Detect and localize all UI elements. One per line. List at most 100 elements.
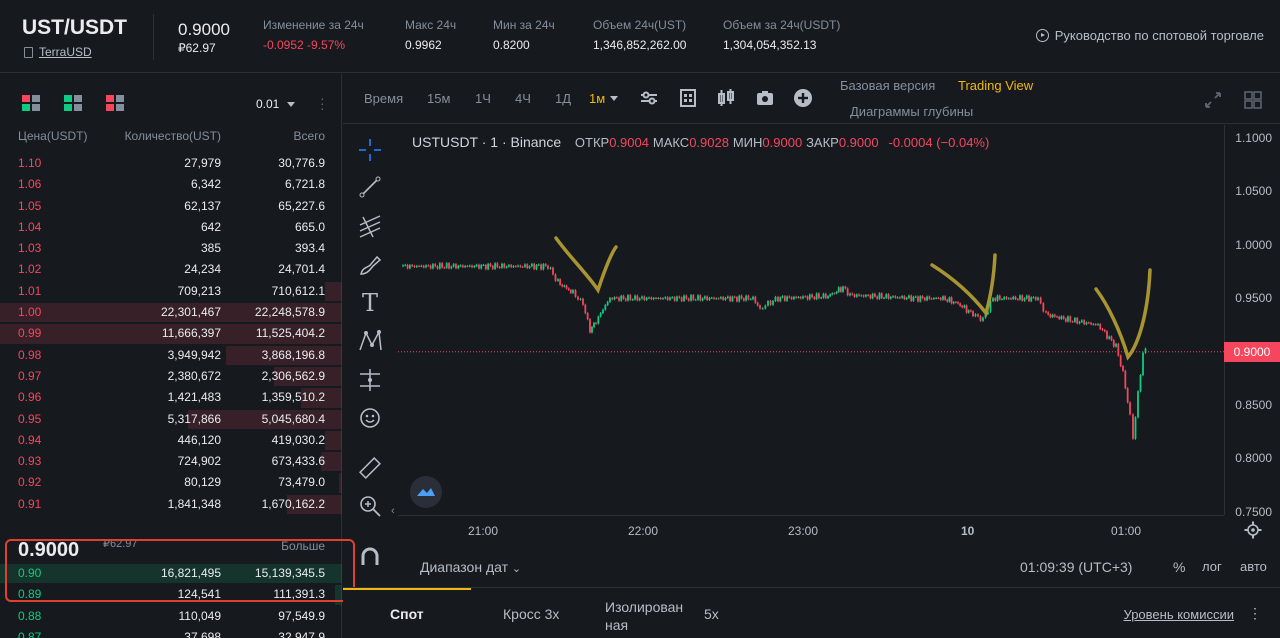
- candle-body: [1132, 414, 1134, 439]
- stat-label: Объем 24ч(UST): [593, 18, 687, 32]
- both-sides-view-icon[interactable]: [22, 95, 40, 111]
- row-price: 1.02: [18, 262, 42, 277]
- ask-row[interactable]: 1.04 642 665.0: [0, 217, 342, 238]
- log-toggle[interactable]: лог: [1202, 559, 1222, 574]
- zoom-in-icon[interactable]: [357, 493, 383, 519]
- price-chart[interactable]: USTUSDT · 1 · Binance ОТКР0.9004 МАКС0.9…: [398, 125, 1280, 585]
- brush-icon[interactable]: [357, 252, 383, 278]
- magnet-icon[interactable]: [357, 545, 383, 571]
- candle-body: [790, 297, 793, 299]
- ask-row[interactable]: 0.97 2,380,672 2,306,562.9: [0, 366, 342, 387]
- indicators-settings-icon[interactable]: [639, 88, 659, 108]
- trend-line-icon[interactable]: [357, 174, 383, 200]
- candle-body: [793, 296, 795, 299]
- ask-row[interactable]: 1.02 24,234 24,701.4: [0, 259, 342, 280]
- candle-body: [1124, 370, 1127, 389]
- fib-tool-icon[interactable]: [357, 213, 383, 239]
- candle-body: [722, 297, 725, 300]
- ask-row[interactable]: 0.98 3,949,942 3,868,196.8: [0, 345, 342, 366]
- tab-cross[interactable]: Кросс 3x: [503, 606, 559, 622]
- bid-row[interactable]: 0.88 110,049 97,549.9: [0, 606, 342, 627]
- ask-row[interactable]: 0.94 446,120 419,030.2: [0, 430, 342, 451]
- time-label[interactable]: Время: [364, 91, 403, 106]
- date-range-button[interactable]: Диапазон дат ⌄: [420, 559, 521, 575]
- row-price: 1.04: [18, 219, 42, 234]
- candle-body: [701, 298, 704, 301]
- tradingview-tab[interactable]: Trading View: [958, 78, 1033, 93]
- tf-1d[interactable]: 1Д: [555, 91, 571, 106]
- candle-body: [1016, 299, 1019, 301]
- clock[interactable]: 01:09:39 (UTC+3): [1020, 559, 1132, 575]
- bid-row[interactable]: 0.87 37,698 32,947.9: [0, 627, 342, 638]
- ask-row[interactable]: 1.06 6,342 6,721.8: [0, 174, 342, 195]
- emoji-icon[interactable]: [357, 405, 383, 431]
- depth-chart-tab[interactable]: Диаграммы глубины: [850, 104, 973, 119]
- collapse-toolbar-icon[interactable]: ‹: [391, 505, 395, 517]
- pair-title[interactable]: UST/USDT: [22, 16, 127, 40]
- terrausd-link[interactable]: TerraUSD: [39, 45, 92, 59]
- layout-icon[interactable]: [678, 88, 698, 108]
- precision-select[interactable]: 0.01: [256, 97, 296, 111]
- ask-row[interactable]: 1.03 385 393.4: [0, 238, 342, 259]
- chart-settings-icon[interactable]: [1244, 521, 1262, 539]
- ask-row[interactable]: 1.10 27,979 30,776.9: [0, 153, 342, 174]
- spot-guide-link[interactable]: Руководство по спотовой торговле: [1035, 28, 1264, 43]
- candle-body: [436, 266, 439, 269]
- text-tool-icon[interactable]: T: [357, 290, 383, 316]
- candle-type-icon[interactable]: [716, 88, 736, 108]
- depth-bar: [325, 281, 342, 302]
- fee-level-link[interactable]: Уровень комиссии: [1124, 607, 1234, 622]
- pattern-tool-icon[interactable]: [357, 328, 383, 354]
- hand-drawn-annotation: [1094, 268, 1152, 361]
- candle-body: [627, 295, 629, 301]
- auto-toggle[interactable]: авто: [1240, 559, 1267, 574]
- spot-guide-label: Руководство по спотовой торговле: [1054, 28, 1264, 43]
- tf-15m[interactable]: 15м: [427, 91, 450, 106]
- ask-row[interactable]: 0.96 1,421,483 1,359,510.2: [0, 387, 342, 408]
- tab-isolated-leverage[interactable]: 5x: [704, 606, 719, 622]
- candle-body: [629, 295, 632, 300]
- ask-row[interactable]: 1.00 22,301,467 22,248,578.9: [0, 302, 342, 323]
- tab-spot[interactable]: Спот: [390, 606, 424, 622]
- candle-body: [917, 296, 919, 302]
- crosshair-icon[interactable]: [357, 137, 383, 163]
- tf-1h[interactable]: 1Ч: [475, 91, 491, 106]
- ask-row[interactable]: 0.93 724,902 673,433.6: [0, 451, 342, 472]
- candle-body: [1067, 316, 1069, 322]
- asks-list: 1.10 27,979 30,776.9 1.06 6,342 6,721.8 1.05 62…: [0, 153, 342, 515]
- tf-caret-down-icon[interactable]: [610, 96, 618, 101]
- candle-body: [889, 296, 892, 299]
- candle-body: [820, 297, 823, 299]
- ask-row[interactable]: 0.92 80,129 73,479.0: [0, 472, 342, 493]
- candles-plot[interactable]: [398, 125, 1224, 515]
- candle-body: [797, 297, 800, 299]
- percent-toggle[interactable]: %: [1173, 559, 1185, 575]
- basic-version-tab[interactable]: Базовая версия: [840, 78, 935, 93]
- ask-row[interactable]: 1.01 709,213 710,612.1: [0, 281, 342, 302]
- ask-row[interactable]: 1.05 62,137 65,227.6: [0, 196, 342, 217]
- price-axis[interactable]: 1.1000 1.0500 1.0000 0.9500 0.9000 0.8500 0.80…: [1224, 125, 1280, 519]
- camera-icon[interactable]: [755, 88, 775, 108]
- candle-body: [557, 279, 559, 281]
- asks-only-view-icon[interactable]: [106, 95, 124, 111]
- ask-row[interactable]: 0.95 5,317,866 5,045,680.4: [0, 409, 342, 430]
- add-indicator-icon[interactable]: [793, 88, 813, 108]
- more-vertical-icon[interactable]: · · ·: [320, 91, 325, 115]
- tradingview-logo-icon[interactable]: [410, 476, 442, 508]
- tf-4h[interactable]: 4Ч: [515, 91, 531, 106]
- fullscreen-icon[interactable]: [1204, 91, 1222, 109]
- ask-row[interactable]: 0.99 11,666,397 11,525,404.2: [0, 323, 342, 344]
- time-axis[interactable]: 21:00 22:00 23:00 10 01:00: [398, 515, 1224, 545]
- candle-body: [512, 266, 515, 268]
- date-range-label: Диапазон дат: [420, 559, 509, 575]
- grid-layout-icon[interactable]: [1244, 91, 1262, 109]
- ruler-icon[interactable]: [357, 455, 383, 481]
- tf-1m[interactable]: 1м: [589, 91, 605, 106]
- row-qty: 5,317,866: [167, 411, 221, 426]
- bids-only-view-icon[interactable]: [64, 95, 82, 111]
- more-vertical-icon[interactable]: ⋮: [1248, 605, 1262, 622]
- candle-body: [517, 265, 519, 267]
- ask-row[interactable]: 0.91 1,841,348 1,670,162.2: [0, 494, 342, 515]
- tab-isolated[interactable]: Изолирован ная: [605, 598, 700, 634]
- measure-tool-icon[interactable]: [357, 367, 383, 393]
